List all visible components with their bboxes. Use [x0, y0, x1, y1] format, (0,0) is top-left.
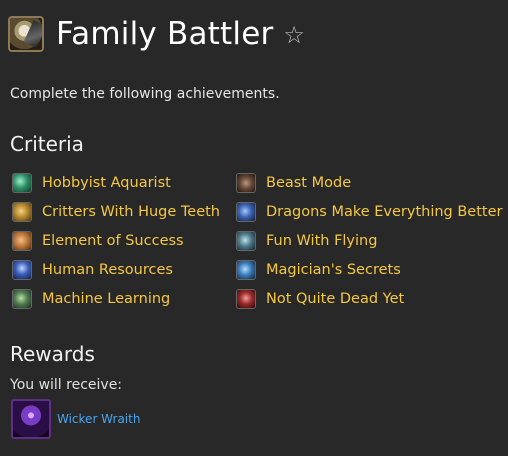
family-battler-icon: [8, 16, 44, 52]
criteria-item[interactable]: Dragons Make Everything Better: [236, 200, 502, 223]
criteria-link[interactable]: Not Quite Dead Yet: [266, 291, 404, 307]
criteria-link[interactable]: Beast Mode: [266, 175, 351, 191]
wicker-wraith-icon[interactable]: [11, 399, 51, 439]
criteria-link[interactable]: Fun With Flying: [266, 233, 377, 249]
criteria-list-left: Hobbyist Aquarist Critters With Huge Tee…: [12, 171, 220, 316]
criteria-item[interactable]: Machine Learning: [12, 287, 220, 310]
magic-icon: [236, 259, 256, 280]
dragonkin-icon: [236, 201, 256, 222]
criteria-item[interactable]: Element of Success: [12, 229, 220, 252]
criteria-link[interactable]: Hobbyist Aquarist: [42, 175, 171, 191]
criteria-link[interactable]: Machine Learning: [42, 291, 170, 307]
criteria-link[interactable]: Dragons Make Everything Better: [266, 204, 502, 220]
flying-icon: [236, 230, 256, 251]
reward-link[interactable]: Wicker Wraith: [57, 412, 140, 426]
critter-icon: [12, 201, 32, 222]
page-title: Family Battler: [56, 16, 274, 52]
criteria-list-right: Beast Mode Dragons Make Everything Bette…: [236, 171, 502, 316]
criteria-item[interactable]: Magician's Secrets: [236, 258, 502, 281]
criteria-heading: Criteria: [10, 132, 84, 156]
star-outline-icon[interactable]: ☆: [283, 17, 305, 53]
criteria-link[interactable]: Human Resources: [42, 262, 173, 278]
achievement-header: Family Battler ☆: [8, 15, 305, 53]
criteria-item[interactable]: Hobbyist Aquarist: [12, 171, 220, 194]
criteria-item[interactable]: Not Quite Dead Yet: [236, 287, 502, 310]
humanoid-icon: [12, 259, 32, 280]
criteria-item[interactable]: Human Resources: [12, 258, 220, 281]
criteria-item[interactable]: Fun With Flying: [236, 229, 502, 252]
elemental-icon: [12, 230, 32, 251]
aquatic-icon: [12, 172, 32, 193]
rewards-heading: Rewards: [10, 342, 95, 366]
reward-item[interactable]: Wicker Wraith: [11, 399, 140, 439]
criteria-item[interactable]: Critters With Huge Teeth: [12, 200, 220, 223]
criteria-link[interactable]: Critters With Huge Teeth: [42, 204, 220, 220]
undead-icon: [236, 288, 256, 309]
criteria-link[interactable]: Magician's Secrets: [266, 262, 401, 278]
criteria-link[interactable]: Element of Success: [42, 233, 184, 249]
mechanical-icon: [12, 288, 32, 309]
beast-icon: [236, 172, 256, 193]
criteria-item[interactable]: Beast Mode: [236, 171, 502, 194]
rewards-subtext: You will receive:: [10, 377, 123, 393]
achievement-description: Complete the following achievements.: [10, 86, 280, 102]
